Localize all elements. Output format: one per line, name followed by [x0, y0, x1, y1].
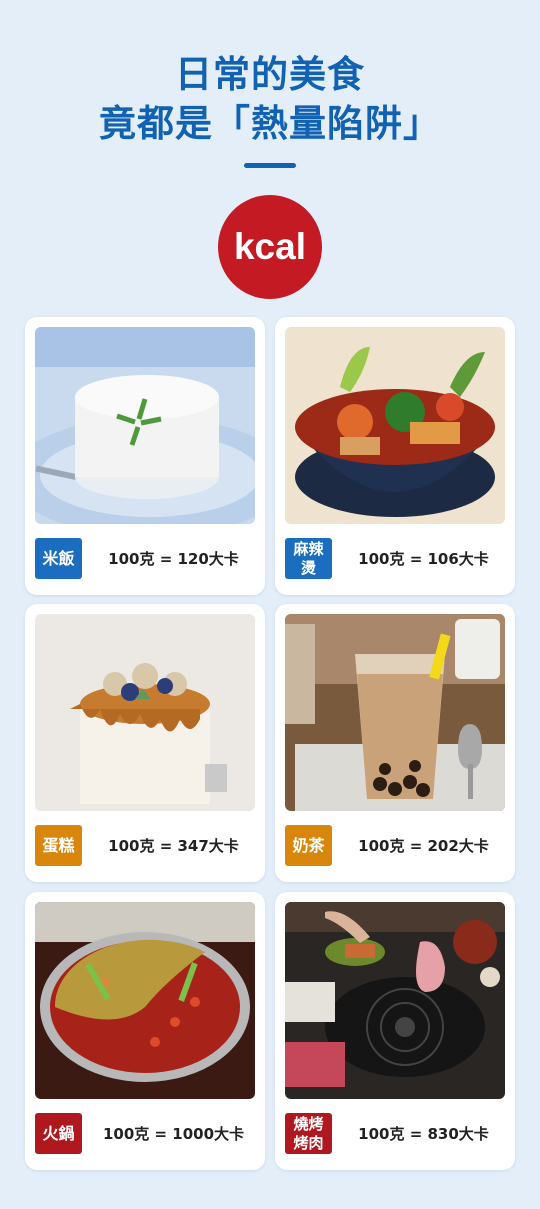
calorie-text: 100克 = 830大卡 [358, 1125, 489, 1143]
cake-photo [35, 614, 255, 811]
hotpot-photo [35, 902, 255, 1099]
milk-tea-photo [285, 614, 505, 811]
headline-line-2: 竟都是「熱量陷阱」 [99, 102, 441, 145]
food-label-badge: 火鍋 [35, 1113, 82, 1154]
food-label-badge: 米飯 [35, 538, 82, 579]
food-card-cake: 蛋糕 100克 = 347大卡 [25, 604, 265, 882]
calorie-text: 100克 = 1000大卡 [102, 1125, 245, 1143]
kcal-badge: kcal [218, 195, 322, 299]
food-card-rice: 米飯 100克 = 120大卡 [25, 317, 265, 595]
rice-photo [35, 327, 255, 524]
title-divider [244, 163, 296, 168]
food-label-badge: 奶茶 [285, 825, 332, 866]
calorie-text: 100克 = 106大卡 [358, 550, 489, 568]
bbq-photo [285, 902, 505, 1099]
food-card-malatang: 麻辣燙 100克 = 106大卡 [275, 317, 515, 595]
food-card-milk-tea: 奶茶 100克 = 202大卡 [275, 604, 515, 882]
food-label-badge: 燒烤 烤肉 [285, 1113, 332, 1154]
food-card-hotpot: 火鍋 100克 = 1000大卡 [25, 892, 265, 1170]
food-label-badge: 蛋糕 [35, 825, 82, 866]
malatang-photo [285, 327, 505, 524]
headline-line-1: 日常的美食 [175, 53, 365, 96]
calorie-text: 100克 = 202大卡 [358, 837, 489, 855]
food-card-bbq: 燒烤 烤肉 100克 = 830大卡 [275, 892, 515, 1170]
calorie-text: 100克 = 347大卡 [108, 837, 239, 855]
calorie-text: 100克 = 120大卡 [108, 550, 239, 568]
food-label-badge: 麻辣燙 [285, 538, 332, 579]
